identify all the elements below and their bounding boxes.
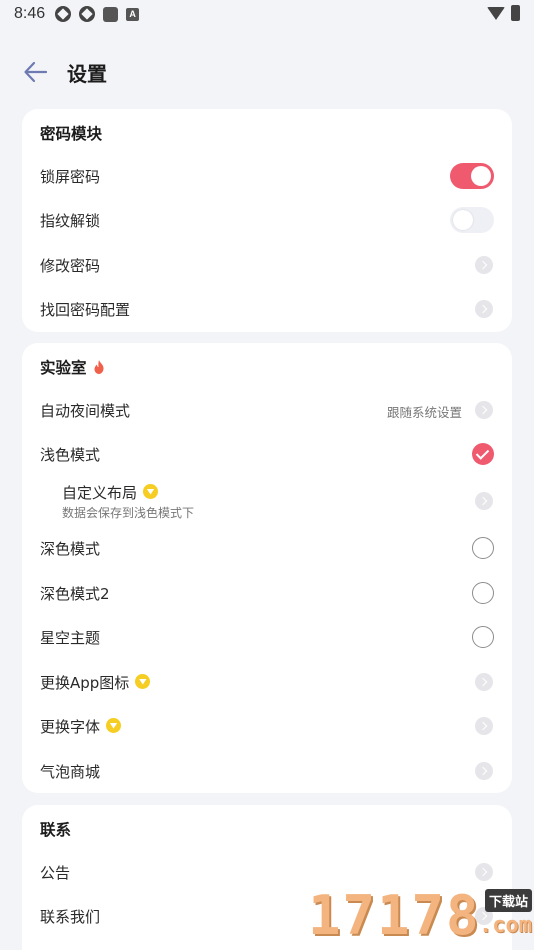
row-label: 找回密码配置 [40,301,131,319]
row-label: 更换App图标 [40,672,151,693]
lock-screen-password-toggle[interactable] [450,163,494,189]
row-label-text: 自定义布局 [62,484,138,502]
chevron-right-icon [475,717,493,735]
watermark-tag: 下载站 [484,889,532,912]
top-bar: 设置 [0,50,534,94]
section-title: 密码模块 [40,125,103,143]
status-right [487,5,520,21]
chevron-right-icon [475,492,493,510]
row-label: 浅色模式 [40,446,101,464]
fingerprint-unlock-toggle[interactable] [450,207,494,233]
status-time: 8:46 [14,5,46,22]
back-arrow-icon[interactable] [22,58,50,86]
chevron-right-icon [475,256,493,274]
dark-mode-2-row[interactable]: 深色模式2 [22,571,512,615]
vip-diamond-icon [143,484,159,499]
change-font-row[interactable]: 更换字体 [22,704,512,748]
change-app-icon-row[interactable]: 更换App图标 [22,660,512,704]
chevron-right-icon [475,300,493,318]
app-notification-icon [55,6,72,22]
lock-screen-password-row[interactable]: 锁屏密码 [22,154,512,198]
change-password-row[interactable]: 修改密码 [22,243,512,287]
chevron-right-icon [475,762,493,780]
unchecked-radio-icon[interactable] [472,626,494,648]
row-label: 深色模式 [40,540,101,558]
site-watermark: 17178 下载站 .com [308,885,534,950]
password-section-card: 密码模块 锁屏密码 指纹解锁 修改密码 找回密码配置 [22,109,512,332]
fire-icon [94,360,104,374]
section-title: 联系 [40,821,72,839]
lab-section-card: 实验室 自动夜间模式 跟随系统设置 浅色模式 自定义布局 数据会保存到浅色模式下… [22,343,512,793]
watermark-suffix: .com [479,913,532,938]
row-label-text: 更换App图标 [40,674,130,692]
wifi-icon [487,6,505,20]
app-notification-icon [79,6,96,22]
row-label: 自动夜间模式 [40,402,131,420]
vip-diamond-icon [135,674,151,689]
section-title: 实验室 [40,356,104,378]
chevron-right-icon [475,401,493,419]
row-description: 数据会保存到浅色模式下 [62,506,195,520]
row-label: 公告 [40,864,71,882]
battery-icon [511,5,520,21]
status-bar: 8:46 A [0,0,534,28]
notification-square-icon [103,6,119,22]
dark-mode-row[interactable]: 深色模式 [22,526,512,570]
light-mode-row[interactable]: 浅色模式 [22,432,512,476]
auto-night-mode-row[interactable]: 自动夜间模式 跟随系统设置 [22,388,512,432]
starry-theme-row[interactable]: 星空主题 [22,615,512,659]
bubble-store-row[interactable]: 气泡商城 [22,749,512,793]
row-label: 指纹解锁 [40,212,101,230]
notification-a-icon: A [126,7,140,21]
row-hint: 跟随系统设置 [386,405,462,420]
vip-diamond-icon [106,718,122,733]
recover-password-row[interactable]: 找回密码配置 [22,287,512,331]
row-label: 自定义布局 [62,482,159,503]
checked-radio-icon[interactable] [472,443,494,465]
row-label-text: 更换字体 [40,718,101,736]
toggle-knob [471,166,491,186]
row-label: 星空主题 [40,629,101,647]
row-label: 更换字体 [40,716,122,737]
custom-layout-row[interactable]: 自定义布局 数据会保存到浅色模式下 [22,479,512,523]
section-title-text: 实验室 [40,359,87,377]
toggle-knob [453,210,473,230]
chevron-right-icon [475,673,493,691]
row-label: 锁屏密码 [40,168,101,186]
fingerprint-unlock-row[interactable]: 指纹解锁 [22,198,512,242]
unchecked-radio-icon[interactable] [472,582,494,604]
chevron-right-icon [475,863,493,881]
row-label: 联系我们 [40,908,101,926]
row-label: 气泡商城 [40,763,101,781]
row-label: 修改密码 [40,257,101,275]
row-label: 深色模式2 [40,585,110,603]
page-title: 设置 [67,62,107,86]
watermark-digits: 17178 [308,884,481,947]
unchecked-radio-icon[interactable] [472,537,494,559]
